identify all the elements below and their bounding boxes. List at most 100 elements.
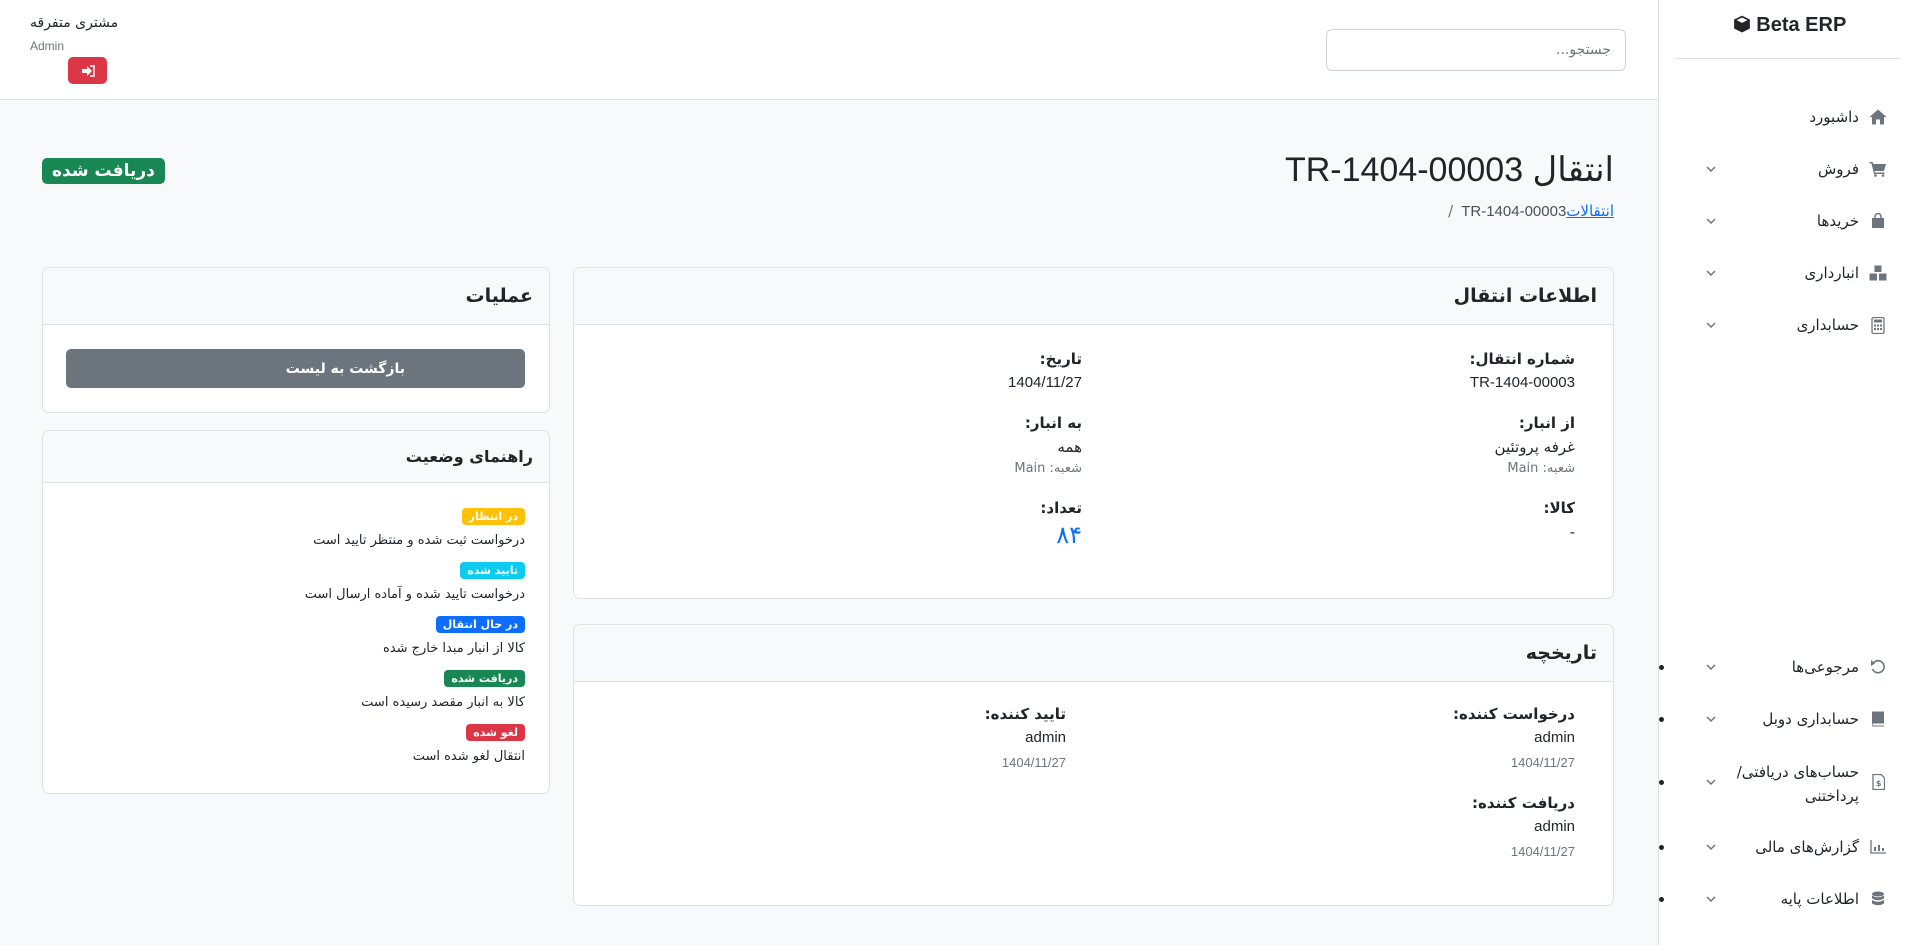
quantity-label: تعداد: [1040, 499, 1082, 517]
sidebar-item-financial-reports[interactable]: گزارش‌های مالی [1658, 827, 1917, 867]
user-name: مشتری متفرقه [30, 15, 119, 31]
sidebar-item-label: داشبورد [1809, 108, 1859, 126]
transfer-number-value: TR-1404-00003 [1469, 374, 1575, 391]
sidebar-item-label: اطلاعات پایه [1780, 890, 1859, 908]
history-card: تاریخچه درخواست کننده: admin 1404/11/27 … [573, 624, 1614, 906]
sidebar-item-dashboard[interactable]: داشبورد [1658, 97, 1917, 137]
search-input[interactable] [1326, 29, 1626, 71]
undo-icon [1869, 658, 1887, 676]
cube-icon [1733, 15, 1750, 33]
sidebar-item-label: گزارش‌های مالی [1755, 838, 1859, 856]
brand-name: Beta ERP [1756, 14, 1847, 36]
sidebar-item-label-line2: پرداختنی [1804, 787, 1859, 805]
to-warehouse-value: همه [1057, 438, 1082, 456]
legend-badge-cancelled: لغو شده [466, 724, 525, 741]
sidebar-item-label: فروش [1817, 160, 1859, 178]
to-branch: شعبه: Main [1014, 461, 1082, 476]
sidebar-item-base-data[interactable]: اطلاعات پایه [1658, 879, 1917, 919]
chevron-down-icon [1706, 664, 1716, 671]
sidebar-item-label: مرجوعی‌ها [1791, 658, 1859, 676]
card-title: عملیات [43, 268, 549, 325]
transfer-number-label: شماره انتقال: [1469, 350, 1576, 368]
sidebar-item-double-entry[interactable]: حسابداری دوبل [1658, 699, 1917, 739]
logout-button[interactable] [68, 57, 107, 84]
requester-label: درخواست کننده: [1452, 705, 1575, 723]
bullet [1659, 664, 1664, 670]
sidebar-item-sales[interactable]: فروش [1658, 149, 1917, 189]
breadcrumb-link-transfers[interactable]: انتقالات [1566, 202, 1614, 220]
status-badge: دریافت شده [42, 158, 165, 184]
legend-badge-approved: تایید شده [460, 562, 525, 579]
bullet [1659, 716, 1664, 722]
sidebar-item-inventory[interactable]: انبارداری [1658, 253, 1917, 293]
home-icon [1869, 108, 1887, 126]
invoice-icon: $ [1869, 773, 1887, 791]
bullet [1659, 844, 1664, 850]
chevron-down-icon [1706, 844, 1716, 851]
calculator-icon [1869, 316, 1887, 334]
svg-text:$: $ [1875, 779, 1881, 788]
brand-divider [1674, 58, 1901, 59]
topbar: مشتری متفرقه Admin [0, 0, 1658, 100]
from-warehouse-label: از انبار: [1518, 414, 1575, 432]
approver-date: 1404/11/27 [1001, 755, 1066, 770]
chevron-down-icon [1706, 896, 1716, 903]
sidebar-item-label: انبارداری [1804, 264, 1859, 282]
legend-text-received: کالا به انبار مقصد رسیده است [361, 695, 525, 710]
brand[interactable]: Beta ERP [1658, 14, 1917, 37]
book-icon [1869, 710, 1887, 728]
receiver-label: دریافت کننده: [1471, 794, 1575, 812]
legend-text-in-transit: کالا از انبار مبدا خارج شده [382, 641, 525, 656]
sidebar: Beta ERP داشبورد فروش خریدها انبارداری ح… [1658, 0, 1917, 945]
sidebar-item-receivables-payables[interactable]: $ حساب‌های دریافتی/ پرداختنی [1658, 756, 1917, 808]
from-warehouse-value: غرفه پروتئین [1494, 438, 1575, 456]
requester-date: 1404/11/27 [1510, 755, 1575, 770]
transfer-info-card: اطلاعات انتقال شماره انتقال: TR-1404-000… [573, 267, 1614, 599]
receiver-date: 1404/11/27 [1510, 844, 1575, 859]
legend-text-pending: درخواست ثبت شده و منتظر تایید است [313, 533, 525, 548]
product-value: - [1569, 523, 1575, 541]
receiver-value: admin [1534, 818, 1575, 835]
bullet [1659, 779, 1664, 785]
chevron-down-icon [1706, 716, 1716, 723]
boxes-icon [1869, 264, 1887, 282]
breadcrumb-separator: / [1448, 202, 1454, 220]
legend-badge-pending: در انتظار [461, 508, 525, 525]
status-legend-card: راهنمای وضعیت در انتظار درخواست ثبت شده … [42, 430, 550, 794]
sidebar-item-label-line1: حساب‌های دریافتی/ [1736, 763, 1859, 781]
card-title: تاریخچه [574, 625, 1613, 682]
sidebar-item-label: حسابداری دوبل [1762, 710, 1859, 728]
database-icon [1869, 890, 1887, 908]
sidebar-item-returns[interactable]: مرجوعی‌ها [1658, 647, 1917, 687]
legend-badge-in-transit: در حال انتقال [435, 616, 525, 633]
sidebar-item-label: حساب‌های دریافتی/ پرداختنی [1737, 760, 1859, 808]
sidebar-item-purchases[interactable]: خریدها [1658, 201, 1917, 241]
chevron-down-icon [1706, 779, 1716, 786]
chevron-down-icon [1706, 218, 1716, 225]
date-value: 1404/11/27 [1008, 374, 1082, 391]
breadcrumb: انتقالاتTR-1404-00003 / [1440, 202, 1614, 220]
bag-icon [1869, 212, 1887, 230]
sidebar-item-label: خریدها [1816, 212, 1859, 230]
from-branch: شعبه: Main [1507, 461, 1575, 476]
actions-card: عملیات بازگشت به لیست [42, 267, 550, 413]
bullet [1659, 896, 1664, 902]
quantity-value: ۸۴ [1056, 521, 1082, 549]
chevron-down-icon [1706, 322, 1716, 329]
card-title: اطلاعات انتقال [574, 268, 1613, 325]
breadcrumb-current: TR-1404-00003 [1461, 203, 1567, 220]
date-label: تاریخ: [1039, 350, 1082, 368]
approver-value: admin [1025, 729, 1066, 746]
card-title: راهنمای وضعیت [43, 431, 549, 483]
requester-value: admin [1534, 729, 1575, 746]
sidebar-item-label: حسابداری [1796, 316, 1859, 334]
sidebar-item-accounting[interactable]: حسابداری [1658, 305, 1917, 345]
legend-text-cancelled: انتقال لغو شده است [412, 749, 525, 764]
chevron-down-icon [1706, 270, 1716, 277]
user-role: Admin [30, 39, 65, 53]
chart-icon [1869, 838, 1887, 856]
approver-label: تایید کننده: [984, 705, 1066, 723]
cart-icon [1869, 160, 1887, 178]
legend-text-approved: درخواست تایید شده و آماده ارسال است [304, 587, 525, 602]
back-to-list-button[interactable]: بازگشت به لیست [66, 349, 525, 388]
